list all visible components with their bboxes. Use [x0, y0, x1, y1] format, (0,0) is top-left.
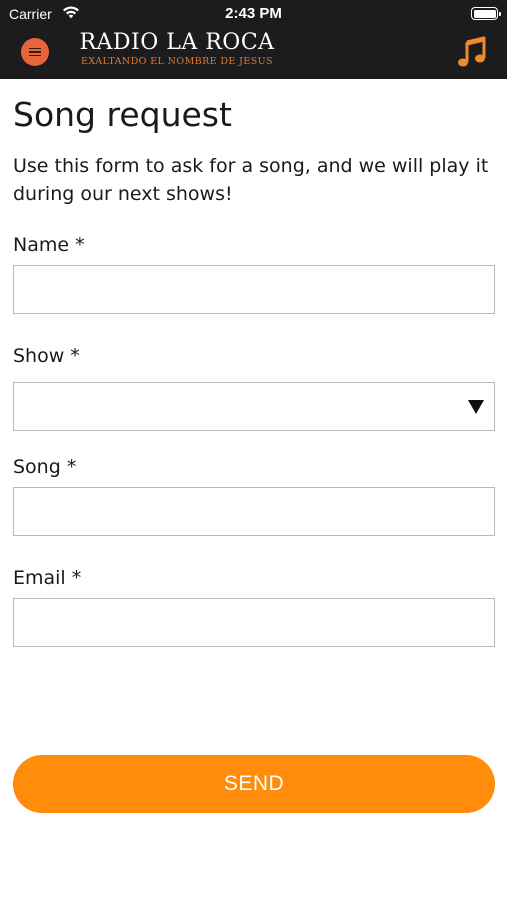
show-label: Show *	[13, 345, 80, 367]
send-button[interactable]: SEND	[13, 755, 495, 813]
email-label: Email *	[13, 567, 82, 589]
intro-text: Use this form to ask for a song, and we …	[13, 155, 489, 205]
logo-subtitle: EXALTANDO EL NOMBRE DE JESUS	[81, 56, 273, 67]
song-label: Song *	[13, 456, 77, 478]
music-note-icon[interactable]	[457, 36, 487, 68]
song-input[interactable]	[13, 487, 495, 536]
name-label: Name *	[13, 234, 85, 256]
station-logo: RADIO LA ROCA EXALTANDO EL NOMBRE DE JES…	[72, 30, 282, 72]
clock: 2:43 PM	[225, 5, 282, 22]
page-title: Song request	[13, 95, 232, 134]
status-bar: Carrier 2:43 PM	[0, 0, 507, 28]
email-input[interactable]	[13, 598, 495, 647]
app-header: Carrier 2:43 PM RADIO LA ROCA EXALTANDO …	[0, 0, 507, 79]
show-select[interactable]	[13, 382, 495, 431]
name-input[interactable]	[13, 265, 495, 314]
hamburger-menu-icon[interactable]	[21, 38, 49, 66]
battery-icon	[471, 7, 501, 20]
logo-title: RADIO LA ROCA	[79, 30, 275, 55]
dropdown-caret-icon	[468, 400, 484, 414]
